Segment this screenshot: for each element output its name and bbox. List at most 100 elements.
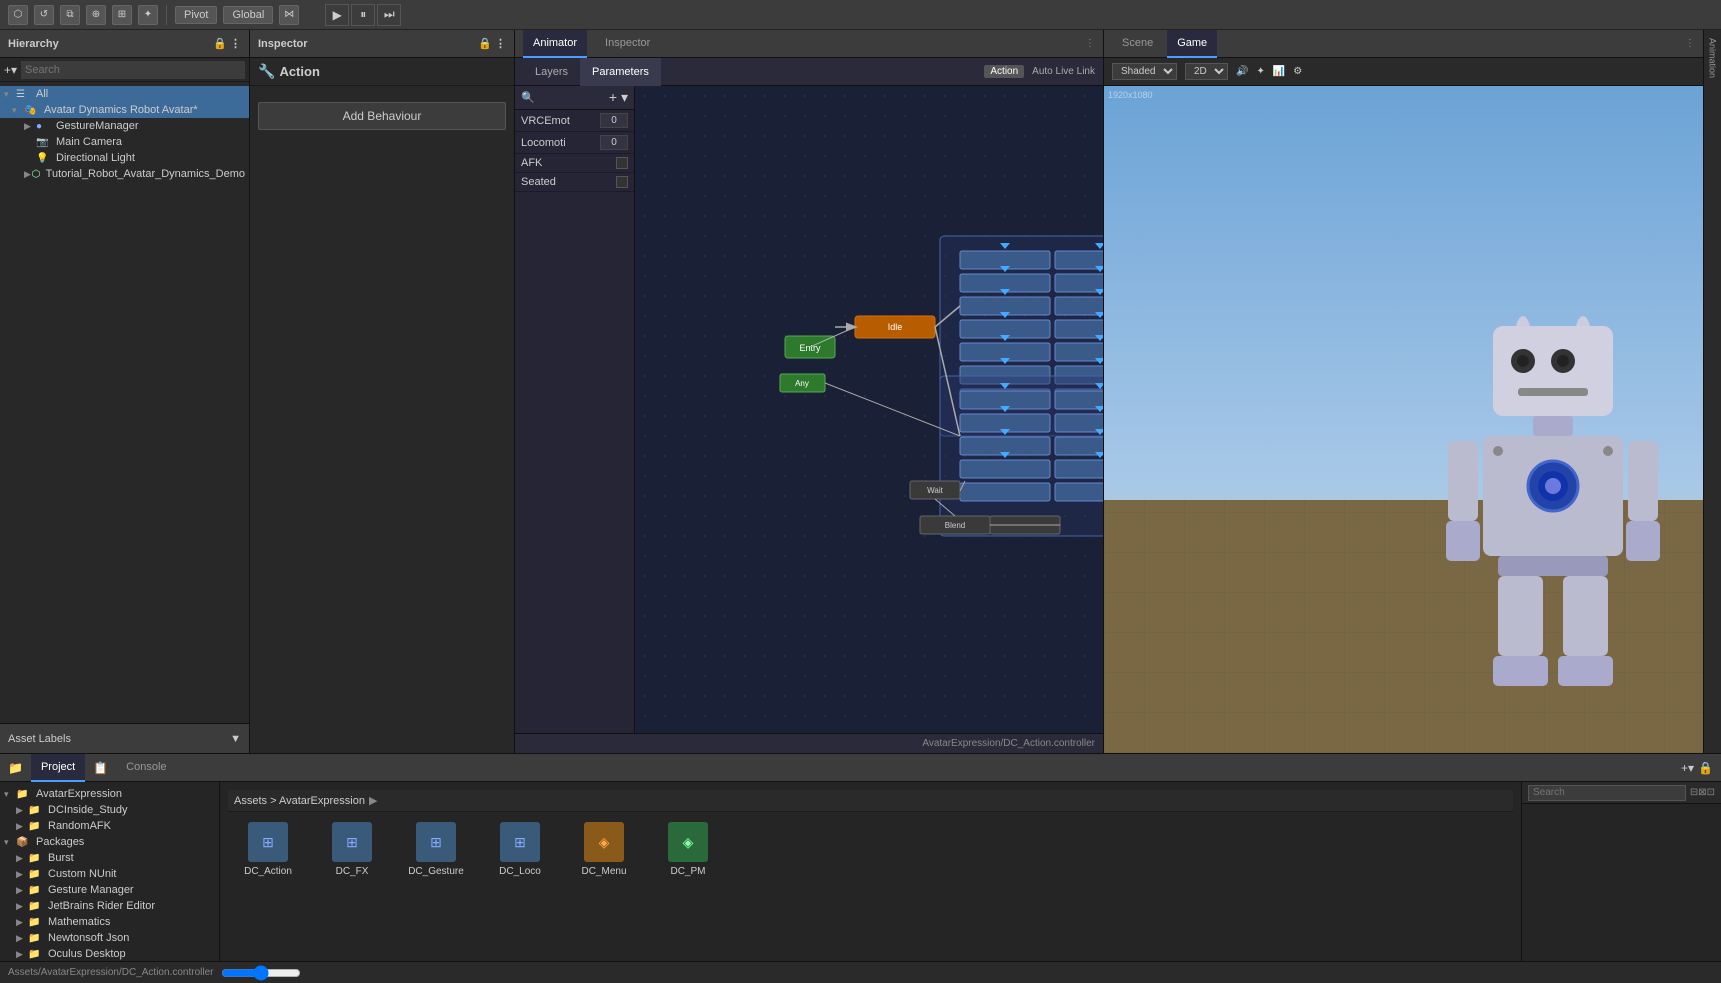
global-button[interactable]: Global	[223, 6, 273, 24]
asset-item-dcloco[interactable]: ⊞ DC_Loco	[480, 818, 560, 881]
asset-item-dcmenu[interactable]: ◈ DC_Menu	[564, 818, 644, 881]
toolbar-icon-2[interactable]: ↺	[34, 5, 54, 25]
toolbar-icon-1[interactable]: ⬡	[8, 5, 28, 25]
param-item-afk: AFK	[515, 154, 634, 173]
tab-animator[interactable]: Animator	[523, 30, 587, 58]
project-item-mathematics[interactable]: ▶ 📁 Mathematics	[0, 914, 219, 930]
bottom-body: ▾ 📁 AvatarExpression ▶ 📁 DCInside_Study …	[0, 782, 1721, 961]
inspector-more-icon[interactable]: ⋮	[495, 37, 506, 50]
audio-icon[interactable]: 🔊	[1236, 66, 1248, 77]
game-header: Scene Game ⋮	[1104, 30, 1703, 58]
toolbar-icon-3[interactable]: ⧉	[60, 5, 80, 25]
hierarchy-item-all[interactable]: ▾ ☰ All	[0, 86, 249, 102]
asset-labels-title: Asset Labels	[8, 733, 71, 745]
sub-tab-parameters[interactable]: Parameters	[580, 58, 661, 86]
toolbar-icon-7[interactable]: ⋈	[279, 5, 299, 25]
project-item-oculus[interactable]: ▶ 📁 Oculus Desktop	[0, 946, 219, 961]
gizmos-icon[interactable]: ⚙	[1293, 66, 1302, 77]
hierarchy-lock-icon[interactable]: 🔒	[213, 37, 227, 50]
hierarchy-add-icon[interactable]: +▾	[4, 63, 17, 77]
add-behaviour-button[interactable]: Add Behaviour	[258, 102, 506, 130]
animation-panel-label: Animation	[1708, 38, 1718, 78]
param-vrcemot-value[interactable]	[600, 113, 628, 128]
asset-item-dcgesture[interactable]: ⊞ DC_Gesture	[396, 818, 476, 881]
project-item-newtonsoft[interactable]: ▶ 📁 Newtonsoft Json	[0, 930, 219, 946]
animator-sub-header: Layers Parameters Action Auto Live Link	[515, 58, 1103, 86]
param-item-vrcemot: VRCEmot	[515, 110, 634, 132]
hierarchy-item-camera[interactable]: 📷 Main Camera	[0, 134, 249, 150]
inspector-lock-icon[interactable]: 🔒	[478, 37, 492, 50]
project-item-burst[interactable]: ▶ 📁 Burst	[0, 850, 219, 866]
params-panel: 🔍 + ▾ VRCEmot Locomoti AFK	[515, 86, 635, 733]
project-search-input[interactable]	[1528, 785, 1686, 801]
toolbar-icon-5[interactable]: ⊞	[112, 5, 132, 25]
bottom-header-controls: +▾ 🔒	[1681, 761, 1713, 775]
inspector-header: Inspector 🔒 ⋮	[250, 30, 514, 58]
inspector-toolbar: 🔧 Action	[250, 58, 514, 86]
project-item-randomafk[interactable]: ▶ 📁 RandomAFK	[0, 818, 219, 834]
asset-labels-arrow[interactable]: ▼	[230, 733, 241, 745]
animation-side-panel: Animation	[1703, 30, 1721, 753]
asset-label-dcmenu: DC_Menu	[581, 866, 626, 877]
project-search-toolbar: ⊟⊠⊡	[1522, 782, 1721, 804]
project-item-jetbrains[interactable]: ▶ 📁 JetBrains Rider Editor	[0, 898, 219, 914]
pause-button[interactable]: ⏸	[351, 4, 375, 26]
toolbar-icon-6[interactable]: ✦	[138, 5, 158, 25]
project-item-customnunit[interactable]: ▶ 📁 Custom NUnit	[0, 866, 219, 882]
inspector-header-icons: 🔒 ⋮	[478, 37, 506, 50]
render-mode-select[interactable]: 2D	[1185, 63, 1228, 80]
param-seated-checkbox[interactable]	[616, 176, 628, 188]
param-afk-checkbox[interactable]	[616, 157, 628, 169]
project-item-avatarexpression[interactable]: ▾ 📁 AvatarExpression	[0, 786, 219, 802]
hierarchy-item-gesture[interactable]: ▶ ● GestureManager	[0, 118, 249, 134]
inspector-content: Add Behaviour	[250, 86, 514, 753]
bottom-lock-icon[interactable]: 🔒	[1698, 761, 1713, 775]
tab-console[interactable]: Console	[116, 754, 176, 782]
tab-project[interactable]: Project	[31, 754, 85, 782]
asset-item-dcfx[interactable]: ⊞ DC_FX	[312, 818, 392, 881]
step-button[interactable]: ⏭	[377, 4, 401, 26]
tab-game[interactable]: Game	[1167, 30, 1217, 58]
tab-scene[interactable]: Scene	[1112, 30, 1163, 58]
sub-tab-layers[interactable]: Layers	[523, 58, 580, 86]
hierarchy-item-avatar[interactable]: ▾ 🎭 Avatar Dynamics Robot Avatar*	[0, 102, 249, 118]
game-toolbar: Shaded 2D 🔊 ✦ 📊 ⚙	[1104, 58, 1703, 86]
stats-icon[interactable]: 📊	[1273, 66, 1285, 77]
asset-item-dcpm[interactable]: ◈ DC_PM	[648, 818, 728, 881]
inspector-action-icon: 🔧	[258, 63, 275, 80]
project-label-mathematics: Mathematics	[48, 916, 110, 928]
project-item-dcinside[interactable]: ▶ 📁 DCInside_Study	[0, 802, 219, 818]
svg-text:Idle: Idle	[888, 322, 903, 332]
hierarchy-header: Hierarchy 🔒 ⋮	[0, 30, 249, 58]
hierarchy-search-input[interactable]	[21, 61, 245, 79]
robot-character-svg	[1443, 306, 1663, 686]
project-label-oculus: Oculus Desktop	[48, 948, 126, 960]
params-add-button[interactable]: + ▾	[609, 89, 628, 106]
project-tree: ▾ 📁 AvatarExpression ▶ 📁 DCInside_Study …	[0, 782, 220, 961]
project-label-packages: Packages	[36, 836, 84, 848]
shaded-select[interactable]: Shaded	[1112, 63, 1177, 80]
add-bottom-btn[interactable]: +▾	[1681, 761, 1694, 775]
asset-labels-bar: Asset Labels ▼	[0, 723, 249, 753]
main-area: Hierarchy 🔒 ⋮ +▾ ▾ ☰ All ▾ 🎭 Avatar Dyna…	[0, 30, 1721, 753]
hierarchy-more-icon[interactable]: ⋮	[230, 37, 241, 50]
zoom-slider[interactable]	[221, 965, 301, 981]
asset-item-dcaction[interactable]: ⊞ DC_Action	[228, 818, 308, 881]
bottom-header: 📁 Project 📋 Console +▾ 🔒	[0, 754, 1721, 782]
tab-inspector[interactable]: Inspector	[595, 30, 660, 58]
hierarchy-item-tutorial[interactable]: ▶ ⬡ Tutorial_Robot_Avatar_Dynamics_Demo	[0, 166, 249, 182]
project-item-packages[interactable]: ▾ 📦 Packages	[0, 834, 219, 850]
animator-canvas[interactable]: Entry Idle Any	[635, 86, 1103, 733]
param-item-seated: Seated	[515, 173, 634, 192]
hierarchy-toolbar: +▾	[0, 58, 249, 82]
effects-icon[interactable]: ✦	[1256, 66, 1264, 77]
pivot-button[interactable]: Pivot	[175, 6, 217, 24]
hierarchy-item-light[interactable]: 💡 Directional Light	[0, 150, 249, 166]
play-button[interactable]: ▶	[325, 4, 349, 26]
inspector-panel: Inspector 🔒 ⋮ 🔧 Action Add Behaviour	[250, 30, 515, 753]
toolbar-icon-4[interactable]: ⊕	[86, 5, 106, 25]
breadcrumb-bar: Assets > AvatarExpression ▶	[228, 790, 1513, 812]
param-locomoti-value[interactable]	[600, 135, 628, 150]
breadcrumb-text: Assets > AvatarExpression	[234, 795, 365, 807]
project-item-gesturemanager[interactable]: ▶ 📁 Gesture Manager	[0, 882, 219, 898]
